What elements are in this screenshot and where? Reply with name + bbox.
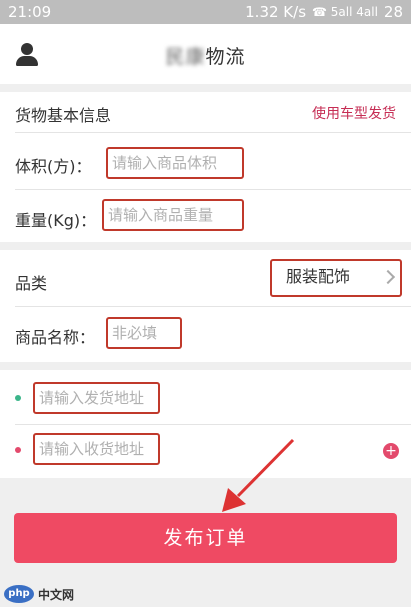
section-title: 货物基本信息 [15,106,112,125]
title-blurred-prefix: 民康 [165,46,206,68]
publish-order-button[interactable]: 发布订单 [14,513,397,563]
divider [15,189,411,190]
signal-icon: ☎ 5all 4all [312,5,378,19]
product-name-label: 商品名称： [15,328,96,347]
category-section: 品类 服装配饰 商品名称： 非必填 [0,250,411,362]
status-time: 21:09 [8,3,52,21]
app-header: 民康物流 [0,24,411,84]
weight-input[interactable]: 请输入商品重量 [102,199,244,231]
status-bar: 21:09 1.32 K/s ☎ 5all 4all 28 [0,0,411,24]
page-title: 民康物流 [0,42,411,69]
divider [15,132,411,133]
network-speed: 1.32 K/s [245,3,307,21]
use-vehicle-type-link[interactable]: 使用车型发货 [312,103,396,123]
site-watermark: php 中文网 [4,585,74,603]
battery-icon: 28 [383,3,403,21]
category-label: 品类 [15,274,48,293]
title-text: 物流 [205,46,246,68]
basic-info-section: 货物基本信息 使用车型发货 体积(方)： 请输入商品体积 重量(Kg)： 请输入… [0,92,411,242]
category-value: 服装配饰 [286,267,351,286]
ship-to-dot [15,447,21,453]
volume-input[interactable]: 请输入商品体积 [106,147,244,179]
divider [15,424,411,425]
address-section: 请输入发货地址 请输入收货地址 + [0,370,411,478]
status-icons: 1.32 K/s ☎ 5all 4all 28 [245,3,403,21]
arrow-head [222,488,246,512]
add-address-icon[interactable]: + [383,443,399,459]
chevron-right-icon [380,269,396,285]
divider [15,306,411,307]
php-logo-icon: php [4,585,34,603]
volume-label: 体积(方)： [15,157,92,176]
ship-from-input[interactable]: 请输入发货地址 [33,382,160,414]
ship-from-dot [15,395,21,401]
ship-to-input[interactable]: 请输入收货地址 [33,433,160,465]
category-select[interactable]: 服装配饰 [270,259,402,297]
watermark-text: 中文网 [38,587,75,602]
product-name-input[interactable]: 非必填 [106,317,182,349]
weight-label: 重量(Kg)： [15,211,97,230]
